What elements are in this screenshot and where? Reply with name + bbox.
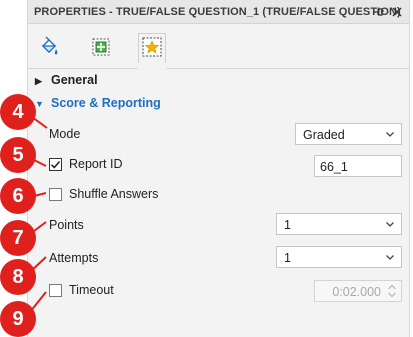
timeout-label: Timeout	[69, 283, 114, 297]
chevron-down-icon	[386, 222, 394, 227]
callout-badge: 5	[0, 137, 36, 173]
points-select[interactable]: 1	[276, 213, 402, 235]
shuffle-answers-checkbox[interactable]	[49, 187, 62, 201]
report-id-value: 66_1	[320, 160, 348, 174]
chevron-down-icon	[386, 132, 394, 137]
points-label: Points	[49, 218, 84, 232]
attempts-select[interactable]: 1	[276, 246, 402, 268]
callout-badge: 6	[0, 178, 36, 214]
checkmark-icon	[50, 160, 61, 169]
expand-right-icon: ▶	[35, 76, 42, 86]
property-tabs	[28, 25, 409, 70]
tab-fill[interactable]	[36, 35, 62, 61]
pin-icon[interactable]	[371, 4, 387, 20]
section-score-label: Score & Reporting	[51, 96, 161, 110]
panel-title: PROPERTIES - TRUE/FALSE QUESTION_1 (TRUE…	[34, 6, 401, 18]
callout-badge: 7	[0, 220, 36, 256]
callout-badge: 8	[0, 259, 36, 295]
report-id-checkbox-row[interactable]: Report ID	[49, 157, 123, 171]
report-id-label: Report ID	[69, 157, 123, 171]
close-icon[interactable]	[389, 4, 405, 20]
stepper-arrows-icon	[388, 284, 396, 298]
star-icon	[141, 36, 163, 61]
attempts-label: Attempts	[49, 251, 99, 265]
mode-select[interactable]: Graded	[295, 123, 402, 145]
mode-value: Graded	[303, 128, 345, 142]
section-general[interactable]: ▶ General	[35, 73, 98, 87]
timeout-stepper: 0:02.000	[314, 280, 402, 302]
report-id-checkbox[interactable]	[49, 157, 62, 171]
report-id-input[interactable]: 66_1	[314, 155, 402, 177]
timeout-checkbox-row[interactable]: Timeout	[49, 283, 114, 297]
panel-titlebar: PROPERTIES - TRUE/FALSE QUESTION_1 (TRUE…	[28, 0, 409, 24]
section-general-label: General	[51, 73, 98, 87]
points-value: 1	[284, 218, 291, 232]
shuffle-answers-checkbox-row[interactable]: Shuffle Answers	[49, 187, 158, 201]
paint-bucket-icon	[38, 36, 60, 61]
tab-question[interactable]	[138, 33, 166, 63]
section-score-reporting[interactable]: ▼ Score & Reporting	[35, 96, 161, 110]
attempts-value: 1	[284, 251, 291, 265]
selected-tab-joiner	[138, 67, 166, 70]
callout-badge: 9	[0, 301, 36, 337]
move-resize-icon	[90, 36, 112, 61]
mode-label: Mode	[49, 127, 81, 141]
properties-panel: PROPERTIES - TRUE/FALSE QUESTION_1 (TRUE…	[27, 0, 410, 337]
callout-badge: 4	[0, 94, 36, 130]
chevron-down-icon	[386, 255, 394, 260]
timeout-value: 0:02.000	[332, 285, 381, 299]
timeout-checkbox[interactable]	[49, 283, 62, 297]
shuffle-answers-label: Shuffle Answers	[69, 187, 159, 201]
collapse-down-icon: ▼	[35, 99, 44, 109]
tab-size-position[interactable]	[88, 35, 114, 61]
